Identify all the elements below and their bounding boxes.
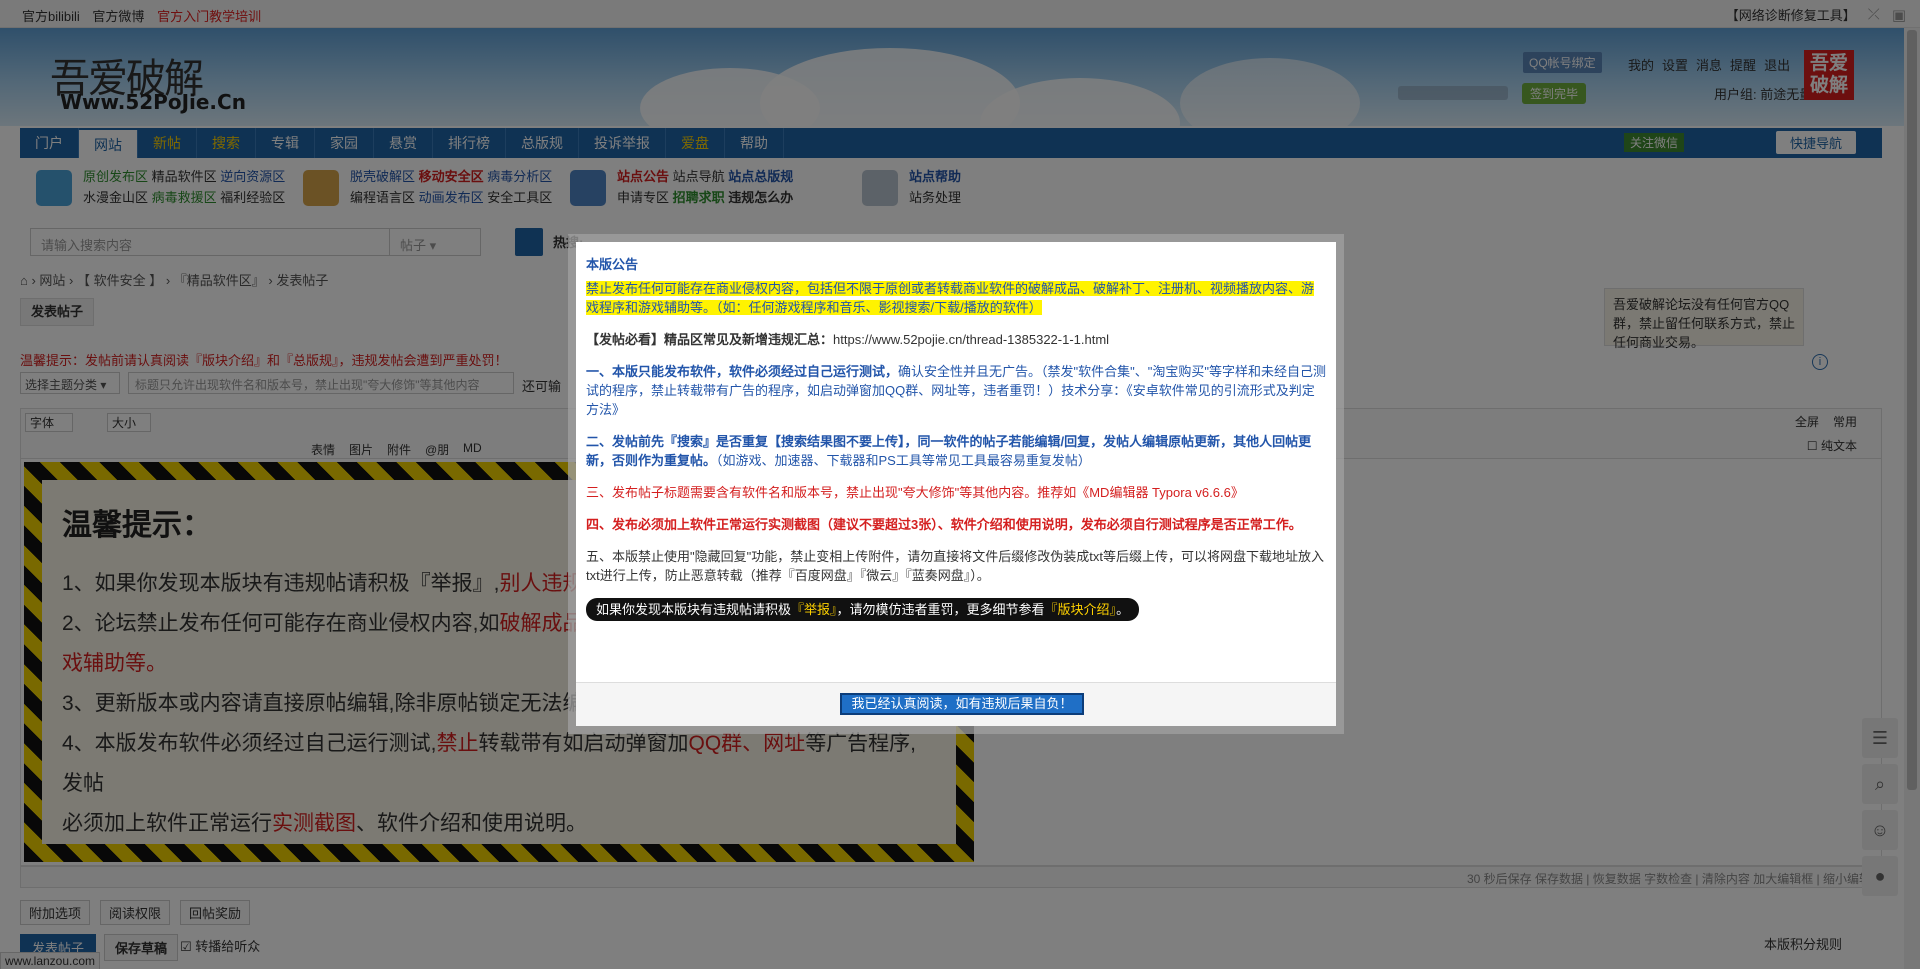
modal-rule-2: （如游戏、加速器、下载器和PS工具等常见工具最容易重复发帖） bbox=[716, 453, 1091, 468]
modal-footer: 我已经认真阅读，如有违规后果自负！ bbox=[576, 682, 1336, 726]
modal-rule-5: 五、本版禁止使用"隐藏回复"功能，禁止变相上传附件，请勿直接将文件后缀修改伪装成… bbox=[586, 549, 1324, 583]
modal-must-read: 【发帖必看】精品区常见及新增违规汇总： bbox=[586, 332, 834, 347]
modal-paragraph-1: 禁止发布任何可能存在商业侵权内容，包括但不限于原创或者转载商业软件的破解成品、破… bbox=[586, 281, 1315, 315]
modal-title: 本版公告 bbox=[586, 257, 639, 272]
modal-rule-4: 四、发布必须加上软件正常运行实测截图（建议不要超过3张）、软件介绍和使用说明，发… bbox=[586, 517, 1302, 532]
board-notice-modal: 本版公告 禁止发布任何可能存在商业侵权内容，包括但不限于原创或者转载商业软件的破… bbox=[568, 234, 1344, 734]
modal-rule-1-bold: 一、本版只能发布软件，软件必须经过自己运行测试， bbox=[586, 364, 899, 379]
modal-body: 禁止发布任何可能存在商业侵权内容，包括但不限于原创或者转载商业软件的破解成品、破… bbox=[576, 279, 1336, 621]
confirm-read-button[interactable]: 我已经认真阅读，如有违规后果自负！ bbox=[840, 693, 1084, 715]
modal-rule-3: 三、发布帖子标题需要含有软件名和版本号，禁止出现"夸大修饰"等其他内容。推荐如《… bbox=[586, 485, 1244, 500]
report-pill: 如果你发现本版块有违规帖请积极『举报』，请勿模仿违者重罚，更多细节参看『版块介绍… bbox=[586, 598, 1140, 621]
modal-link[interactable]: https://www.52pojie.cn/thread-1385322-1-… bbox=[833, 332, 1109, 347]
